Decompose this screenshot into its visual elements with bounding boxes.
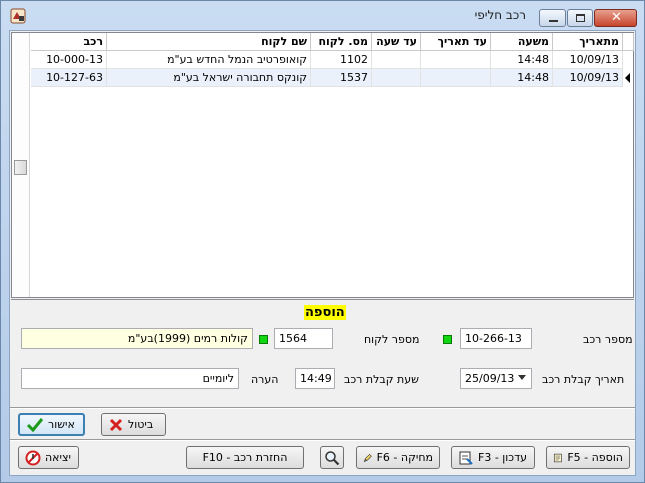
close-button[interactable]: ✕ xyxy=(594,9,637,27)
customer-number-field[interactable]: 1564 xyxy=(274,328,333,349)
edit-pencil-icon xyxy=(363,453,372,462)
vehicle-number-field[interactable]: 10-266-13 xyxy=(460,328,532,349)
column-header-to-time[interactable]: עד שעה xyxy=(372,33,421,51)
cancel-button-label: ביטול xyxy=(128,418,154,431)
add-form-panel: הוספה מספר רכב 10-266-13 מספר לקוח 1564 … xyxy=(11,299,634,407)
status-indicator xyxy=(443,335,452,344)
column-header-vehicle[interactable]: רכב xyxy=(31,33,107,51)
update-document-icon xyxy=(459,451,473,465)
column-header-from-time[interactable]: משעה xyxy=(491,33,553,51)
return-vehicle-button-label: החזרת רכב - F10 xyxy=(202,451,288,464)
delete-button[interactable]: מחיקה - F6 xyxy=(356,446,440,469)
maximize-icon xyxy=(576,14,585,22)
add-button[interactable]: הוספה - F5 xyxy=(546,446,630,469)
receive-date-dropdown[interactable]: 25/09/13 xyxy=(460,368,532,389)
table-cell[interactable]: קונקס תחבורה ישראל בע"מ xyxy=(107,69,311,87)
maximize-button[interactable] xyxy=(567,9,593,27)
window-title: רכב חליפי xyxy=(474,8,526,22)
table-cell[interactable]: קואופרטיב הנמל החדש בע"מ xyxy=(107,51,311,69)
close-icon: ✕ xyxy=(611,10,622,25)
vehicle-grid[interactable]: מתאריך משעה עד תאריך עד שעה מס. לקוח שם … xyxy=(11,32,634,298)
title-bar: רכב חליפי ✕ xyxy=(1,1,644,31)
receive-date-value: 25/09/13 xyxy=(465,372,515,385)
form-heading: הוספה xyxy=(304,305,346,320)
return-vehicle-button[interactable]: החזרת רכב - F10 xyxy=(186,446,304,469)
receive-time-label: שעת קבלת רכב xyxy=(344,373,419,386)
row-pointer-icon xyxy=(625,73,630,83)
note-label: הערה xyxy=(251,373,279,386)
customer-number-label: מספר לקוח xyxy=(364,333,420,346)
customer-name-field: קולות רמים (1999)בע"מ xyxy=(21,328,253,349)
app-window: רכב חליפי ✕ מתאריך משעה עד תאריך עד שעה … xyxy=(0,0,645,483)
note-field[interactable]: ליומיים xyxy=(21,368,239,389)
exit-button-label: יציאה xyxy=(45,451,71,464)
table-cell[interactable]: 10-000-13 xyxy=(31,51,107,69)
app-icon xyxy=(10,8,26,24)
exit-button[interactable]: יציאה xyxy=(18,446,79,469)
x-mark-icon xyxy=(109,418,123,431)
table-cell[interactable]: 10-127-63 xyxy=(31,69,107,87)
table-cell[interactable] xyxy=(421,51,491,69)
update-button-label: עדכון - F3 xyxy=(478,451,527,464)
column-header-customer-number[interactable]: מס. לקוח xyxy=(311,33,372,51)
add-button-label: הוספה - F5 xyxy=(567,451,623,464)
column-header-to-date[interactable]: עד תאריך xyxy=(421,33,491,51)
table-cell[interactable]: 14:48 xyxy=(491,51,553,69)
confirm-button-label: אישור xyxy=(48,418,75,431)
receive-time-field[interactable]: 14:49 xyxy=(295,368,335,389)
status-indicator xyxy=(259,335,268,344)
add-document-icon xyxy=(553,453,562,462)
chevron-down-icon[interactable] xyxy=(518,375,526,380)
table-cell[interactable]: 10/09/13 xyxy=(553,69,623,87)
confirm-button[interactable]: אישור xyxy=(18,413,85,436)
exit-icon xyxy=(25,450,41,465)
minimize-icon xyxy=(549,20,558,22)
current-row-indicator xyxy=(623,69,634,87)
table-cell[interactable] xyxy=(372,69,421,87)
divider xyxy=(10,440,635,441)
table-cell[interactable]: 1102 xyxy=(311,51,372,69)
row-indicator-header xyxy=(623,33,634,51)
magnifier-icon xyxy=(325,450,340,465)
table-cell[interactable]: 1537 xyxy=(311,69,372,87)
client-area: מתאריך משעה עד תאריך עד שעה מס. לקוח שם … xyxy=(9,30,636,476)
vehicle-number-label: מספר רכב xyxy=(583,333,633,346)
minimize-button[interactable] xyxy=(539,9,566,27)
checkmark-icon xyxy=(26,417,44,432)
scrollbar-thumb[interactable] xyxy=(14,160,27,175)
vertical-scrollbar[interactable] xyxy=(12,33,30,297)
cancel-button[interactable]: ביטול xyxy=(101,413,166,436)
divider xyxy=(10,408,635,409)
table-cell[interactable] xyxy=(421,69,491,87)
table-cell[interactable]: 14:48 xyxy=(491,69,553,87)
table-cell[interactable] xyxy=(372,51,421,69)
column-header-from-date[interactable]: מתאריך xyxy=(553,33,623,51)
column-header-customer-name[interactable]: שם לקוח xyxy=(107,33,311,51)
zoom-button[interactable] xyxy=(320,446,344,469)
receive-date-label: תאריך קבלת רכב xyxy=(542,373,625,386)
update-button[interactable]: עדכון - F3 xyxy=(451,446,535,469)
table-cell[interactable]: 10/09/13 xyxy=(553,51,623,69)
delete-button-label: מחיקה - F6 xyxy=(376,451,433,464)
